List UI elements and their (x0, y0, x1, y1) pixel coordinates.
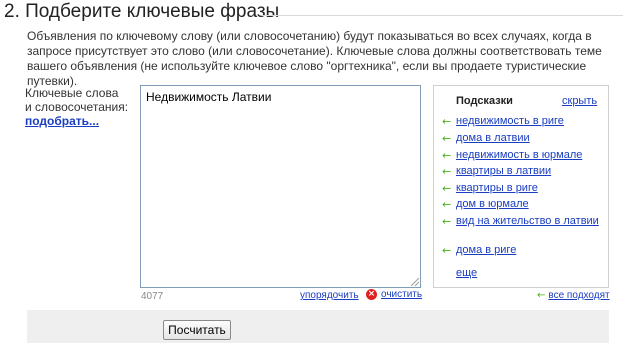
hint-item[interactable]: ← квартиры в латвии (442, 165, 606, 178)
resize-grip-icon[interactable] (411, 278, 419, 286)
left-arrow-icon[interactable]: ← (442, 198, 451, 211)
clear-icon[interactable]: × (366, 289, 377, 300)
hint-item[interactable]: ← дома в риге (442, 244, 606, 257)
more-hints-link[interactable]: еще (456, 267, 477, 279)
hint-item-label[interactable]: дома в латвии (456, 132, 606, 145)
hint-item-label[interactable]: недвижимость в юрмале (456, 149, 606, 162)
hint-item-label[interactable]: дом в юрмале (456, 198, 606, 211)
hint-item[interactable]: ← дом в юрмале (442, 198, 606, 211)
pick-keywords-link[interactable]: подобрать... (25, 114, 128, 128)
keywords-textarea[interactable] (141, 86, 420, 287)
hint-item[interactable]: ← недвижимость в юрмале (442, 149, 606, 162)
left-arrow-icon[interactable]: ← (442, 182, 451, 195)
keywords-label-line1: Ключевые слова (25, 86, 119, 100)
all-fit-link[interactable]: все подходят (548, 290, 609, 301)
keywords-label: Ключевые слова и словосочетания: подобра… (25, 86, 128, 128)
hints-title: Подсказки (456, 95, 513, 107)
hint-item-label[interactable]: дома в риге (456, 244, 606, 257)
hint-item-label[interactable]: квартиры в латвии (456, 165, 606, 178)
calculate-button[interactable]: Посчитать (163, 320, 231, 340)
hint-item[interactable]: ← недвижимость в риге (442, 115, 606, 128)
left-arrow-icon[interactable]: ← (442, 215, 451, 228)
all-fit-button[interactable]: ← все подходят (537, 290, 610, 301)
hide-hints-link[interactable]: скрыть (562, 95, 597, 107)
left-arrow-icon[interactable]: ← (442, 115, 451, 128)
title-divider (262, 15, 623, 16)
hints-panel: Подсказки скрыть ← недвижимость в риге ←… (433, 85, 609, 288)
section-description: Объявления по ключевому слову (или слово… (27, 29, 602, 88)
left-arrow-icon[interactable]: ← (442, 149, 451, 162)
clear-link[interactable]: очистить (381, 289, 422, 300)
hint-item[interactable]: ← вид на жительство в латвии (442, 215, 606, 228)
keywords-label-line2: и словосочетания: (25, 100, 129, 114)
left-arrow-icon[interactable]: ← (442, 132, 451, 145)
hint-item-label[interactable]: квартиры в риге (456, 182, 606, 195)
clear-button[interactable]: × очистить (366, 289, 422, 300)
left-arrow-icon[interactable]: ← (537, 290, 545, 301)
hint-item-label[interactable]: вид на жительство в латвии (456, 215, 606, 228)
hint-item-label[interactable]: недвижимость в риге (456, 115, 606, 128)
hint-item[interactable]: ← квартиры в риге (442, 182, 606, 195)
char-count: 4077 (141, 291, 164, 302)
keywords-textarea-container (140, 85, 421, 288)
hint-item[interactable]: ← дома в латвии (442, 132, 606, 145)
bottom-action-bar (27, 310, 609, 343)
left-arrow-icon[interactable]: ← (442, 244, 451, 257)
section-title: 2. Подберите ключевые фразы (4, 1, 280, 22)
sort-link[interactable]: упорядочить (300, 290, 359, 301)
left-arrow-icon[interactable]: ← (442, 165, 451, 178)
